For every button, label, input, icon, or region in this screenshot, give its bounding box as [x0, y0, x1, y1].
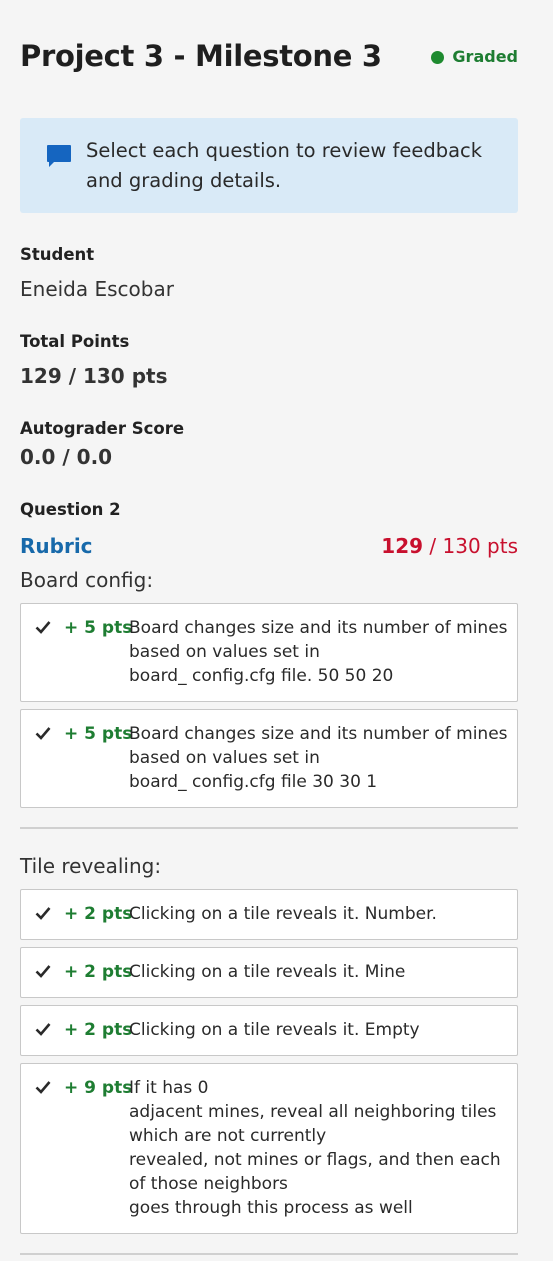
status-dot-icon: [431, 50, 445, 64]
autograder-value: 0.0 / 0.0: [20, 445, 113, 469]
question-label: Question 2: [20, 500, 121, 519]
rubric-item[interactable]: + 2 pts Clicking on a tile reveals it. N…: [20, 889, 518, 940]
comment-icon: [47, 145, 71, 167]
score-total: / 130 pts: [423, 534, 518, 558]
student-name: Eneida Escobar: [20, 277, 174, 301]
total-points-value: 129 / 130 pts: [20, 364, 168, 388]
rubric-link[interactable]: Rubric: [20, 532, 93, 560]
header: Project 3 - Milestone 3 Graded: [20, 34, 518, 78]
rubric-item[interactable]: + 5 pts Board changes size and its numbe…: [20, 603, 518, 702]
total-points-label: Total Points: [20, 332, 130, 351]
status-label: Graded: [452, 47, 518, 66]
question-score: 129 / 130 pts: [381, 532, 518, 560]
check-icon: [35, 1081, 51, 1094]
rubric-item-points: + 5 pts: [64, 724, 133, 744]
check-icon: [35, 727, 51, 740]
rubric-item[interactable]: + 2 pts Clicking on a tile reveals it. E…: [20, 1005, 518, 1056]
rubric-header: Rubric 129 / 130 pts: [20, 532, 518, 560]
check-icon: [35, 1023, 51, 1036]
rubric-item-text: Clicking on a tile reveals it. Number.: [129, 904, 437, 924]
rubric-item-points: + 5 pts: [64, 618, 133, 638]
section-divider: [20, 1253, 518, 1255]
rubric-item-text: Clicking on a tile reveals it. Empty: [129, 1020, 420, 1040]
rubric-item[interactable]: + 2 pts Clicking on a tile reveals it. M…: [20, 947, 518, 998]
rubric-item-text: Board changes size and its number of min…: [129, 724, 508, 792]
student-label: Student: [20, 245, 95, 264]
rubric-item-text: If it has 0 adjacent mines, reveal all n…: [129, 1078, 501, 1218]
info-banner: Select each question to review feedback …: [20, 118, 518, 213]
rubric-item-text: Board changes size and its number of min…: [129, 618, 508, 686]
rubric-item-points: + 2 pts: [64, 904, 133, 924]
rubric-item-points: + 2 pts: [64, 962, 133, 982]
info-message: Select each question to review feedback …: [86, 139, 483, 192]
rubric-item[interactable]: + 5 pts Board changes size and its numbe…: [20, 709, 518, 808]
check-icon: [35, 907, 51, 920]
page-title: Project 3 - Milestone 3: [20, 39, 382, 73]
autograder-label: Autograder Score: [20, 419, 185, 438]
check-icon: [35, 965, 51, 978]
section-divider: [20, 827, 518, 829]
section-title: Tile revealing:: [20, 854, 162, 878]
check-icon: [35, 621, 51, 634]
section-title: Board config:: [20, 568, 154, 592]
rubric-item-points: + 2 pts: [64, 1020, 133, 1040]
rubric-item[interactable]: + 9 pts If it has 0 adjacent mines, reve…: [20, 1063, 518, 1234]
status-badge: Graded: [431, 46, 518, 68]
rubric-item-points: + 9 pts: [64, 1078, 133, 1098]
rubric-item-text: Clicking on a tile reveals it. Mine: [129, 962, 406, 982]
score-earned: 129: [381, 534, 424, 558]
